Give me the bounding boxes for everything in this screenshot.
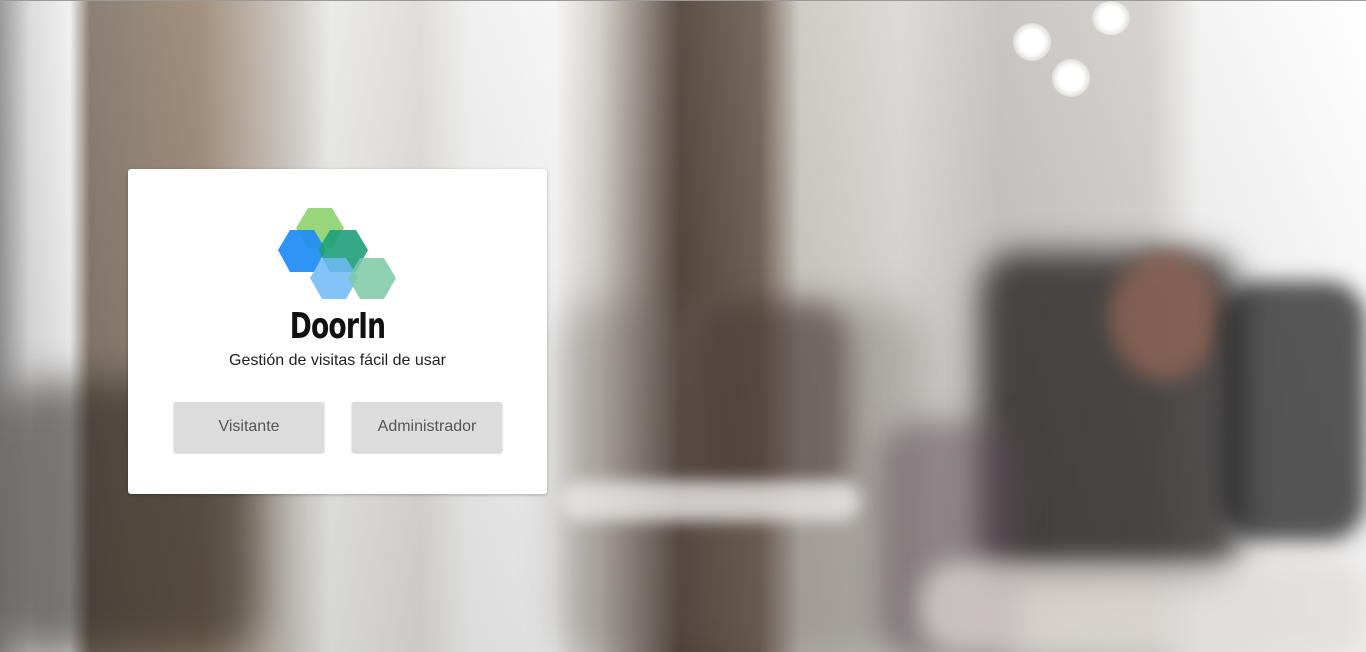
brand-name: DoorIn — [289, 306, 386, 347]
welcome-card: DoorIn Gestión de visitas fácil de usar … — [128, 169, 547, 494]
admin-button[interactable]: Administrador — [352, 402, 502, 452]
brand-tagline: Gestión de visitas fácil de usar — [229, 352, 446, 369]
page: DoorIn Gestión de visitas fácil de usar … — [0, 0, 1366, 652]
doorin-logo-icon — [278, 208, 396, 299]
visitor-button[interactable]: Visitante — [174, 402, 324, 452]
